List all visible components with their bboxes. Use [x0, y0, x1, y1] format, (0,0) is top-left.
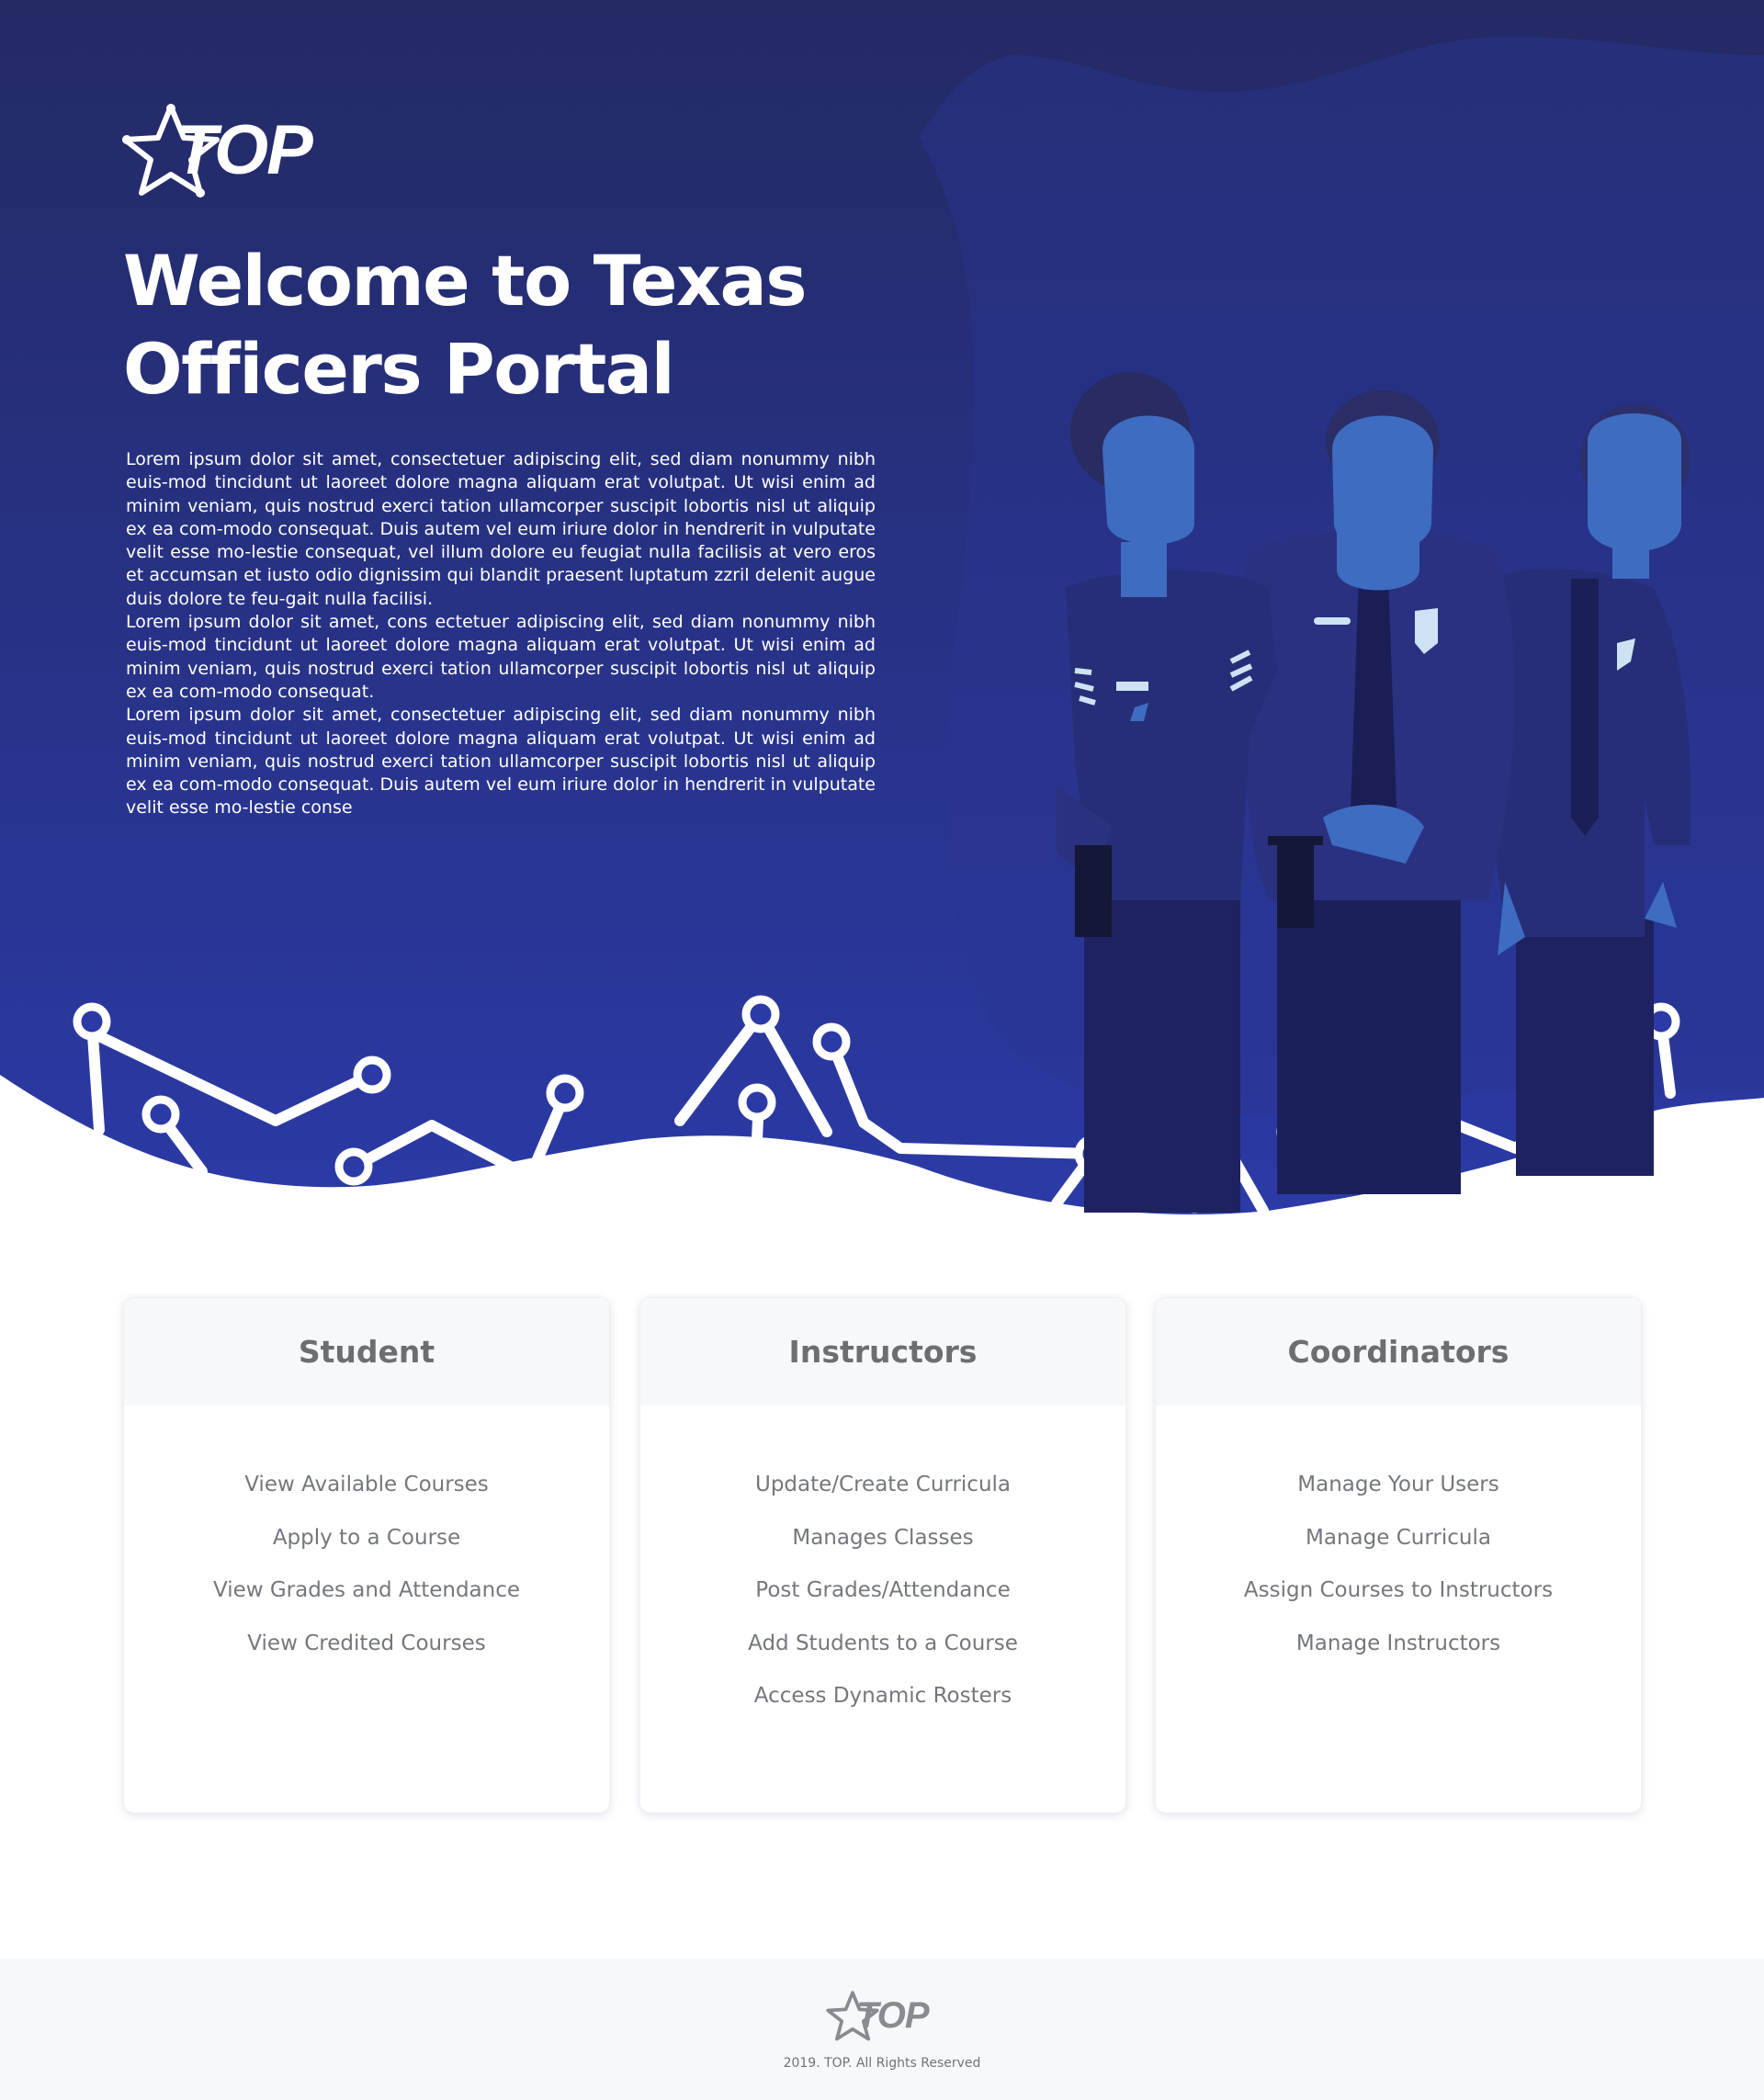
copyright-text: 2019. TOP. All Rights Reserved — [783, 2056, 981, 2071]
link-view-available-courses[interactable]: View Available Courses — [124, 1459, 609, 1512]
title-line-1: Welcome to Texas — [123, 240, 808, 322]
link-update-create-curricula[interactable]: Update/Create Curricula — [640, 1459, 1125, 1512]
officers-illustration — [1057, 372, 1690, 1213]
link-view-grades-attendance[interactable]: View Grades and Attendance — [124, 1564, 609, 1618]
coordinator-links: Manage Your Users Manage Curricula Assig… — [1156, 1406, 1641, 1670]
card-header: Coordinators — [1156, 1298, 1641, 1406]
intro-paragraph: Lorem ipsum dolor sit amet, consectetuer… — [126, 705, 876, 819]
intro-paragraph: Lorem ipsum dolor sit amet, consectetuer… — [126, 449, 876, 609]
link-manage-instructors[interactable]: Manage Instructors — [1156, 1618, 1641, 1671]
officer-right — [1488, 404, 1690, 1176]
officer-center — [1238, 390, 1515, 1194]
coordinators-card: Coordinators Manage Your Users Manage Cu… — [1155, 1297, 1642, 1813]
card-title-student: Student — [298, 1334, 435, 1370]
title-line-2: Officers Portal — [123, 328, 675, 410]
card-title-instructors: Instructors — [788, 1334, 978, 1370]
card-title-coordinators: Coordinators — [1287, 1334, 1510, 1370]
link-manage-curricula[interactable]: Manage Curricula — [1156, 1512, 1641, 1565]
link-post-grades-attendance[interactable]: Post Grades/Attendance — [640, 1564, 1125, 1618]
role-cards: Student View Available Courses Apply to … — [123, 1297, 1642, 1813]
intro-text: Lorem ipsum dolor sit amet, consectetuer… — [126, 448, 876, 820]
card-header: Student — [124, 1298, 609, 1406]
footer-logo-text: TOP — [856, 1995, 930, 2036]
link-view-credited-courses[interactable]: View Credited Courses — [124, 1618, 609, 1671]
link-access-dynamic-rosters[interactable]: Access Dynamic Rosters — [640, 1670, 1125, 1723]
intro-paragraph: Lorem ipsum dolor sit amet, cons ectetue… — [126, 612, 876, 702]
logo[interactable]: TOP — [119, 101, 331, 204]
link-add-students[interactable]: Add Students to a Course — [640, 1618, 1125, 1671]
instructor-links: Update/Create Curricula Manages Classes … — [640, 1406, 1125, 1723]
page-title: Welcome to Texas Officers Portal — [123, 237, 913, 413]
link-apply-to-course[interactable]: Apply to a Course — [124, 1512, 609, 1565]
officer-left — [1057, 372, 1277, 1213]
footer-logo[interactable]: TOP — [825, 1990, 944, 2047]
link-assign-courses[interactable]: Assign Courses to Instructors — [1156, 1564, 1641, 1618]
logo-text: TOP — [175, 111, 313, 189]
student-card: Student View Available Courses Apply to … — [123, 1297, 610, 1813]
hero-section: TOP Welcome to Texas Officers Portal Lor… — [0, 0, 1764, 1222]
link-manage-users[interactable]: Manage Your Users — [1156, 1459, 1641, 1512]
student-links: View Available Courses Apply to a Course… — [124, 1406, 609, 1670]
footer: TOP 2019. TOP. All Rights Reserved — [0, 1959, 1764, 2100]
card-header: Instructors — [640, 1298, 1125, 1406]
link-manages-classes[interactable]: Manages Classes — [640, 1512, 1125, 1565]
instructors-card: Instructors Update/Create Curricula Mana… — [639, 1297, 1126, 1813]
